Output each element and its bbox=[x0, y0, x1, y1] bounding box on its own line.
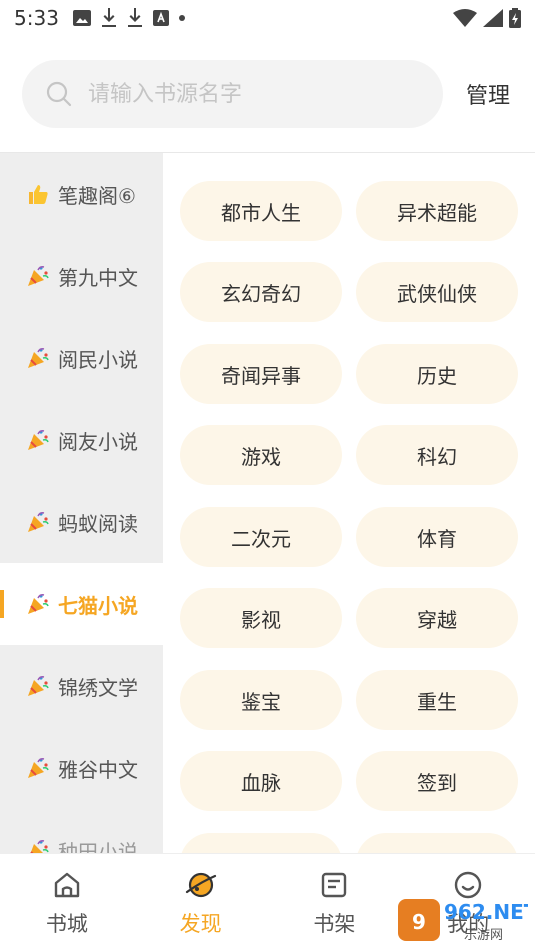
download-icon bbox=[127, 8, 142, 27]
home-icon bbox=[51, 868, 83, 902]
party-popper-icon bbox=[24, 672, 52, 700]
sidebar-item-yagu[interactable]: 雅谷中文 bbox=[0, 727, 163, 809]
bookshelf-icon bbox=[318, 868, 350, 902]
image-icon bbox=[72, 10, 91, 26]
nav-bookshelf[interactable]: 书架 bbox=[268, 854, 402, 952]
sidebar-item-biquge[interactable]: 笔趣阁⑥ bbox=[0, 153, 163, 235]
party-popper-icon bbox=[24, 754, 52, 782]
status-system-icons bbox=[453, 8, 521, 28]
tag-button-partial[interactable] bbox=[180, 833, 342, 853]
svg-text:9: 9 bbox=[412, 910, 426, 934]
tag-button[interactable]: 体育 bbox=[356, 507, 518, 567]
signal-icon bbox=[483, 9, 503, 27]
sidebar-item-label: 阅友小说 bbox=[58, 429, 138, 454]
tag-button[interactable]: 科幻 bbox=[356, 425, 518, 485]
sidebar-item-label: 种田小说 bbox=[58, 839, 138, 854]
sidebar-item-qimao[interactable]: 七猫小说 bbox=[0, 563, 163, 645]
tag-button[interactable]: 穿越 bbox=[356, 588, 518, 648]
status-notification-icons bbox=[72, 8, 185, 28]
watermark-logo: 9 962.NET 乐游网 bbox=[398, 899, 528, 943]
party-popper-icon bbox=[24, 508, 52, 536]
tag-button[interactable]: 异术超能 bbox=[356, 181, 518, 241]
sidebar-item-label: 雅谷中文 bbox=[58, 757, 138, 782]
search-box[interactable] bbox=[22, 60, 443, 128]
status-bar: 5:33 bbox=[0, 0, 535, 36]
tag-button[interactable]: 历史 bbox=[356, 344, 518, 404]
sidebar-item-zhongtian[interactable]: 种田小说 bbox=[0, 809, 163, 853]
download-icon bbox=[101, 8, 116, 27]
tag-button[interactable]: 奇闻异事 bbox=[180, 344, 342, 404]
party-popper-icon bbox=[24, 590, 52, 618]
tag-button-partial[interactable] bbox=[356, 833, 518, 853]
search-row: 管理 bbox=[0, 60, 535, 130]
sidebar-item-label: 蚂蚁阅读 bbox=[58, 511, 138, 536]
nav-label: 书架 bbox=[313, 912, 356, 936]
watermark-text: 962.NET bbox=[444, 900, 528, 924]
tag-button[interactable]: 重生 bbox=[356, 670, 518, 730]
sidebar-item-mayi[interactable]: 蚂蚁阅读 bbox=[0, 481, 163, 563]
sidebar-item-label: 阅民小说 bbox=[58, 347, 138, 372]
tag-button[interactable]: 鉴宝 bbox=[180, 670, 342, 730]
watermark-subtext: 乐游网 bbox=[464, 928, 503, 943]
sidebar-item-yuemin[interactable]: 阅民小说 bbox=[0, 317, 163, 399]
tag-button[interactable]: 影视 bbox=[180, 588, 342, 648]
tag-button[interactable]: 都市人生 bbox=[180, 181, 342, 241]
dot-icon bbox=[178, 15, 185, 21]
sidebar-item-jinxiu[interactable]: 锦绣文学 bbox=[0, 645, 163, 727]
tag-button[interactable]: 二次元 bbox=[180, 507, 342, 567]
sidebar-item-label: 第九中文 bbox=[58, 265, 138, 290]
party-popper-icon bbox=[24, 836, 52, 853]
category-tag-grid: 都市人生 异术超能 玄幻奇幻 武侠仙侠 奇闻异事 历史 游戏 科幻 二次元 体育… bbox=[163, 153, 535, 853]
tag-button[interactable]: 签到 bbox=[356, 751, 518, 811]
battery-icon bbox=[509, 8, 521, 28]
sidebar-item-label: 锦绣文学 bbox=[58, 675, 138, 700]
nav-bookstore[interactable]: 书城 bbox=[0, 854, 134, 952]
manage-button[interactable]: 管理 bbox=[466, 78, 510, 110]
search-input[interactable] bbox=[88, 81, 408, 107]
sidebar-item-dijiu[interactable]: 第九中文 bbox=[0, 235, 163, 317]
search-icon bbox=[46, 81, 72, 107]
party-popper-icon bbox=[24, 262, 52, 290]
tag-button[interactable]: 武侠仙侠 bbox=[356, 262, 518, 322]
status-time: 5:33 bbox=[14, 6, 59, 30]
app-a-icon bbox=[152, 10, 169, 26]
thumbs-up-icon bbox=[24, 180, 52, 208]
nav-discover[interactable]: 发现 bbox=[134, 854, 268, 952]
nav-label: 书城 bbox=[45, 912, 88, 936]
planet-icon bbox=[184, 868, 218, 902]
sidebar-item-yueyou[interactable]: 阅友小说 bbox=[0, 399, 163, 481]
nav-label: 发现 bbox=[179, 912, 222, 936]
party-popper-icon bbox=[24, 344, 52, 372]
party-popper-icon bbox=[24, 426, 52, 454]
tag-button[interactable]: 血脉 bbox=[180, 751, 342, 811]
tag-button[interactable]: 游戏 bbox=[180, 425, 342, 485]
tag-button[interactable]: 玄幻奇幻 bbox=[180, 262, 342, 322]
source-sidebar: 笔趣阁⑥ 第九中文 阅民小说 阅友小说 蚂蚁阅读 七猫小说 锦绣文学 雅谷中文 … bbox=[0, 153, 163, 853]
sidebar-item-label: 七猫小说 bbox=[58, 593, 138, 618]
wifi-icon bbox=[453, 9, 477, 27]
sidebar-item-label: 笔趣阁⑥ bbox=[58, 183, 136, 208]
